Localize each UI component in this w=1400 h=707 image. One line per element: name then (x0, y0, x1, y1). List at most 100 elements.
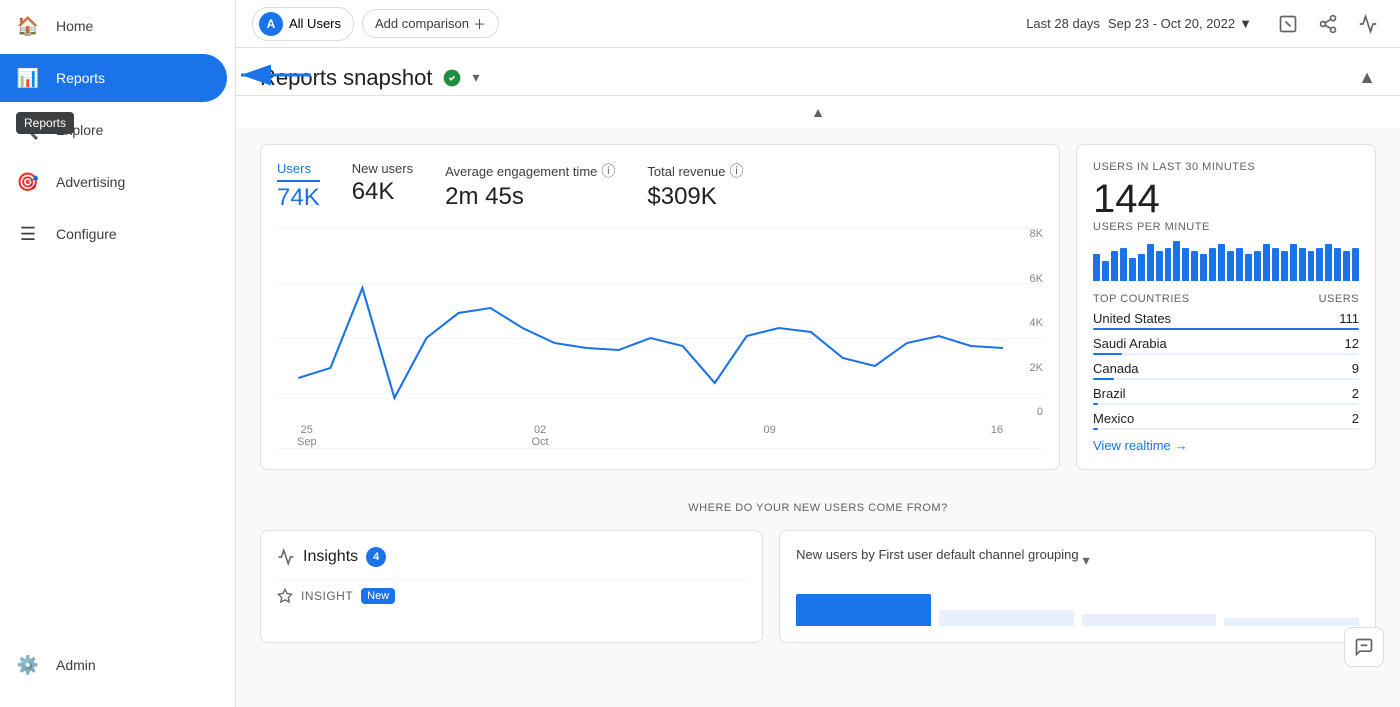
chart-area (277, 228, 1003, 418)
where-users-section-header: WHERE DO YOUR NEW USERS COME FROM? (236, 502, 1400, 530)
country-row-top: Saudi Arabia 12 (1093, 336, 1359, 351)
sparkle-icon (277, 588, 293, 604)
country-count: 12 (1345, 336, 1359, 351)
add-comparison-button[interactable]: Add comparison ＋ (362, 9, 499, 38)
sidebar-item-admin[interactable]: ⚙️ Admin (0, 641, 227, 689)
country-count: 111 (1339, 311, 1359, 326)
edit-icon-btn[interactable] (1272, 8, 1304, 40)
mini-bar (1200, 254, 1207, 281)
country-row: Canada 9 (1093, 361, 1359, 380)
country-row: Mexico 2 (1093, 411, 1359, 430)
country-bar (1093, 328, 1359, 330)
view-realtime-label: View realtime (1093, 438, 1171, 453)
countries-list: United States 111 Saudi Arabia 12 Canada… (1093, 311, 1359, 430)
mini-bar-chart (1093, 241, 1359, 281)
mini-bar (1173, 241, 1180, 281)
insight-row: INSIGHT New (277, 579, 746, 612)
topbar: A All Users Add comparison ＋ Last 28 day… (236, 0, 1400, 48)
metric-revenue[interactable]: Total revenue ⓘ $309K (647, 161, 743, 212)
arrow-right-icon: → (1175, 438, 1188, 453)
country-bar (1093, 378, 1114, 380)
snapshot-dropdown[interactable]: ▾ (472, 69, 479, 86)
main-content: A All Users Add comparison ＋ Last 28 day… (236, 0, 1400, 707)
chart-y-labels: 8K 6K 4K 2K 0 (1008, 228, 1043, 418)
metric-users-value: 74K (277, 184, 320, 212)
metric-revenue-value: $309K (647, 183, 743, 211)
mini-bar (1334, 248, 1341, 281)
sidebar-item-configure[interactable]: ☰ Configure (0, 210, 227, 258)
share-icon-btn[interactable] (1312, 8, 1344, 40)
mini-bar (1209, 248, 1216, 281)
new-users-chart-placeholder (796, 586, 1359, 626)
metric-users[interactable]: Users 74K (277, 161, 320, 212)
mini-bar (1281, 251, 1288, 281)
collapse-icon: ▲ (1358, 67, 1376, 87)
metric-engagement[interactable]: Average engagement time ⓘ 2m 45s (445, 161, 615, 212)
mini-bar (1138, 254, 1145, 281)
realtime-number: 144 (1093, 177, 1359, 221)
snapshot-status (442, 68, 462, 88)
page-content: Reports snapshot ▾ ▲ ▲ (236, 48, 1400, 707)
mini-bar (1308, 251, 1315, 281)
main-chart-card: Users 74K New users 64K Average engageme… (260, 144, 1060, 470)
x-label: 25 Sep (297, 424, 317, 448)
country-name: Brazil (1093, 386, 1126, 401)
y-label: 8K (1008, 228, 1043, 240)
collapse-button[interactable]: ▲ (1358, 67, 1376, 88)
stats-section: Users 74K New users 64K Average engageme… (236, 128, 1400, 502)
home-icon: 🏠 (16, 14, 40, 38)
mini-bar (1299, 248, 1306, 281)
sidebar: 🏠 Home 📊 Reports Reports 🔍 Explore 🎯 Adv… (0, 0, 236, 707)
date-range-text: Sep 23 - Oct 20, 2022 (1108, 16, 1235, 31)
grid-line (277, 448, 1043, 449)
x-label: 09 (764, 424, 776, 448)
all-users-label: All Users (289, 16, 341, 31)
sidebar-item-label: Reports (56, 70, 105, 86)
sidebar-item-reports[interactable]: 📊 Reports (0, 54, 227, 102)
date-label: Last 28 days (1026, 16, 1100, 31)
x-label: 16 (991, 424, 1003, 448)
mini-bar (1263, 244, 1270, 281)
country-table-header: TOP COUNTRIES USERS (1093, 293, 1359, 305)
country-name: United States (1093, 311, 1171, 326)
country-row-top: Brazil 2 (1093, 386, 1359, 401)
mini-bar (1236, 248, 1243, 281)
chevron-down-icon-newusers[interactable]: ▾ (1083, 552, 1090, 569)
sidebar-bottom: ⚙️ Admin (0, 639, 235, 707)
mini-bar (1147, 244, 1154, 281)
date-range-selector[interactable]: Sep 23 - Oct 20, 2022 ▼ (1108, 16, 1252, 31)
metric-engagement-label: Average engagement time ⓘ (445, 161, 615, 181)
realtime-title: USERS IN LAST 30 MINUTES (1093, 161, 1359, 173)
all-users-chip[interactable]: A All Users (252, 7, 354, 41)
country-count: 9 (1352, 361, 1359, 376)
mini-bar (1316, 248, 1323, 281)
arrow-indicator (236, 55, 316, 98)
country-row-top: Mexico 2 (1093, 411, 1359, 426)
metric-new-users[interactable]: New users 64K (352, 161, 413, 212)
mini-bar (1272, 248, 1279, 281)
metric-users-label: Users (277, 161, 320, 182)
country-row-top: United States 111 (1093, 311, 1359, 326)
info-icon: ⓘ (601, 161, 615, 181)
mini-bar (1290, 244, 1297, 281)
plus-icon: ＋ (473, 14, 486, 33)
insights-icon-btn[interactable] (1352, 8, 1384, 40)
view-realtime-link[interactable]: View realtime → (1093, 438, 1359, 453)
sidebar-item-home[interactable]: 🏠 Home (0, 2, 227, 50)
insights-card: Insights 4 INSIGHT New (260, 530, 763, 643)
collapse-row-btn[interactable]: ▲ (236, 100, 1400, 124)
sidebar-item-label: Admin (56, 657, 96, 673)
chat-icon (1354, 637, 1374, 657)
country-name: Mexico (1093, 411, 1134, 426)
new-badge: New (361, 588, 395, 604)
sidebar-item-advertising[interactable]: 🎯 Advertising (0, 158, 227, 206)
metrics-row: Users 74K New users 64K Average engageme… (277, 161, 1043, 212)
mini-bar (1245, 254, 1252, 281)
country-bar-bg (1093, 328, 1359, 330)
metric-revenue-label: Total revenue ⓘ (647, 161, 743, 181)
x-label: 02 Oct (532, 424, 549, 448)
chart-x-labels: 25 Sep 02 Oct 09 (297, 424, 1003, 448)
mini-bar (1165, 248, 1172, 281)
line-chart: 8K 6K 4K 2K 0 25 Sep (277, 228, 1043, 448)
chat-float-button[interactable] (1344, 627, 1384, 667)
